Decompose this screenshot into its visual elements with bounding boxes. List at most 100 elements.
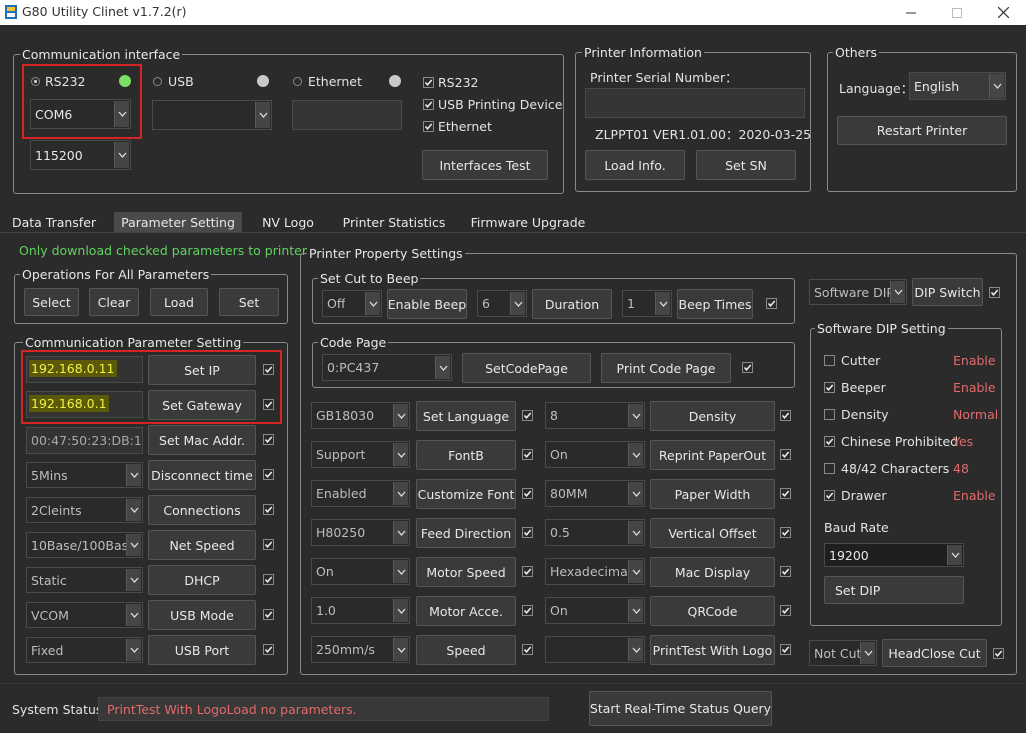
cut-beep-select[interactable]: Off	[322, 290, 382, 317]
usb-printing-checkbox[interactable]	[423, 99, 434, 110]
printer-serial-input[interactable]	[585, 88, 805, 118]
cut-beep-checkbox[interactable]	[766, 298, 777, 309]
rs232-radio[interactable]	[31, 77, 40, 86]
chinese-prohibited-checkbox[interactable]	[824, 436, 835, 447]
motor-speed-checkbox[interactable]	[522, 566, 533, 577]
customize-font-select[interactable]: Enabled	[311, 480, 410, 507]
fontb-checkbox[interactable]	[522, 449, 533, 460]
motor-acce-button[interactable]: Motor Acce.	[416, 596, 516, 626]
customize-font-button[interactable]: Customize Font	[416, 479, 516, 509]
feed-direction-button[interactable]: Feed Direction	[416, 518, 516, 548]
net-speed-checkbox[interactable]	[263, 539, 274, 550]
density-dip-checkbox[interactable]	[824, 409, 835, 420]
density-button[interactable]: Density	[650, 401, 775, 431]
characters-checkbox[interactable]	[824, 463, 835, 474]
set-all-button[interactable]: Set	[219, 288, 279, 316]
motor-speed-button[interactable]: Motor Speed	[416, 557, 516, 587]
net-speed-button[interactable]: Net Speed	[148, 530, 256, 560]
density-select[interactable]: 8	[545, 402, 645, 429]
duration-button[interactable]: Duration	[532, 289, 612, 319]
com-port-select[interactable]: COM6	[30, 99, 131, 129]
dip-switch-button[interactable]: DIP Switch	[912, 278, 983, 306]
dip-mode-select[interactable]: Software DIP	[809, 279, 907, 305]
ethernet-radio[interactable]	[293, 77, 302, 86]
headclose-cut-button[interactable]: HeadClose Cut	[882, 639, 987, 667]
speed-button[interactable]: Speed	[416, 635, 516, 665]
motor-acce-checkbox[interactable]	[522, 605, 533, 616]
select-all-button[interactable]: Select	[24, 288, 79, 316]
usb-device-select[interactable]	[152, 100, 272, 130]
code-page-select[interactable]: 0:PC437	[322, 354, 452, 381]
cutter-checkbox[interactable]	[824, 355, 835, 366]
paper-width-button[interactable]: Paper Width	[650, 479, 775, 509]
set-ip-button[interactable]: Set IP	[148, 355, 256, 385]
connections-checkbox[interactable]	[263, 504, 274, 515]
gateway-input[interactable]: 192.168.0.1	[26, 391, 143, 418]
maximize-button[interactable]	[934, 0, 980, 25]
set-sn-button[interactable]: Set SN	[696, 150, 796, 180]
disconnect-time-select[interactable]: 5Mins	[26, 462, 143, 488]
not-cut-select[interactable]: Not Cut	[809, 640, 877, 666]
qrcode-select[interactable]: On	[545, 597, 645, 624]
dhcp-select[interactable]: Static	[26, 567, 143, 593]
duration-select[interactable]: 6	[477, 290, 527, 317]
feed-direction-select[interactable]: H80250	[311, 519, 410, 546]
mac-address-input[interactable]: 00:47:50:23:DB:1C	[26, 427, 143, 454]
connections-select[interactable]: 2Cleints	[26, 497, 143, 523]
set-mac-button[interactable]: Set Mac Addr.	[148, 425, 256, 455]
vertical-offset-button[interactable]: Vertical Offset	[650, 518, 775, 548]
set-mac-checkbox[interactable]	[263, 434, 274, 445]
headclose-cut-checkbox[interactable]	[993, 648, 1004, 659]
load-info-button[interactable]: Load Info.	[585, 150, 685, 180]
usb-port-button[interactable]: USB Port	[148, 635, 256, 665]
tab-parameter-setting[interactable]: Parameter Setting	[114, 212, 242, 232]
printtest-logo-select[interactable]	[545, 636, 645, 663]
start-status-query-button[interactable]: Start Real-Time Status Query	[589, 691, 772, 726]
fontb-button[interactable]: FontB	[416, 440, 516, 470]
dip-baud-select[interactable]: 19200	[824, 543, 964, 567]
mac-display-button[interactable]: Mac Display	[650, 557, 775, 587]
mac-display-select[interactable]: Hexadecimal	[545, 558, 645, 585]
language-select[interactable]: English	[909, 72, 1006, 100]
ethernet-ip-input[interactable]	[292, 100, 402, 130]
printtest-logo-checkbox[interactable]	[780, 644, 791, 655]
motor-speed-select[interactable]: On	[311, 558, 410, 585]
tab-printer-statistics[interactable]: Printer Statistics	[340, 212, 448, 232]
usb-mode-select[interactable]: VCOM	[26, 602, 143, 628]
ip-address-input[interactable]: 192.168.0.11	[26, 356, 143, 383]
density-checkbox[interactable]	[780, 410, 791, 421]
motor-acce-select[interactable]: 1.0	[311, 597, 410, 624]
customize-font-checkbox[interactable]	[522, 488, 533, 499]
set-code-page-button[interactable]: SetCodePage	[462, 353, 591, 383]
set-gateway-button[interactable]: Set Gateway	[148, 390, 256, 420]
baud-select[interactable]: 115200	[30, 140, 131, 170]
usb-radio[interactable]	[153, 77, 162, 86]
interfaces-test-button[interactable]: Interfaces Test	[422, 150, 548, 180]
reprint-paperout-button[interactable]: Reprint PaperOut	[650, 440, 775, 470]
beep-times-button[interactable]: Beep Times	[677, 289, 753, 319]
net-speed-select[interactable]: 10Base/100Base	[26, 532, 143, 558]
beep-times-select[interactable]: 1	[622, 290, 672, 317]
disconnect-time-checkbox[interactable]	[263, 469, 274, 480]
restart-printer-button[interactable]: Restart Printer	[837, 116, 1007, 145]
enable-beep-button[interactable]: Enable Beep	[387, 289, 467, 319]
usb-mode-button[interactable]: USB Mode	[148, 600, 256, 630]
usb-port-select[interactable]: Fixed	[26, 637, 143, 663]
printtest-logo-button[interactable]: PrintTest With Logo	[650, 635, 775, 665]
drawer-checkbox[interactable]	[824, 490, 835, 501]
dhcp-checkbox[interactable]	[263, 574, 274, 585]
code-page-checkbox[interactable]	[742, 362, 753, 373]
dip-switch-checkbox[interactable]	[989, 287, 1000, 298]
reprint-paperout-checkbox[interactable]	[780, 449, 791, 460]
minimize-button[interactable]	[888, 0, 934, 25]
language-setting-select[interactable]: GB18030	[311, 402, 410, 429]
set-language-checkbox[interactable]	[522, 410, 533, 421]
set-language-button[interactable]: Set Language	[416, 401, 516, 431]
print-code-page-button[interactable]: Print Code Page	[601, 353, 731, 383]
beeper-checkbox[interactable]	[824, 382, 835, 393]
set-gateway-checkbox[interactable]	[263, 399, 274, 410]
mac-display-checkbox[interactable]	[780, 566, 791, 577]
ethernet-checkbox[interactable]	[423, 121, 434, 132]
disconnect-time-button[interactable]: Disconnect time	[148, 460, 256, 490]
set-dip-button[interactable]: Set DIP	[824, 576, 964, 604]
